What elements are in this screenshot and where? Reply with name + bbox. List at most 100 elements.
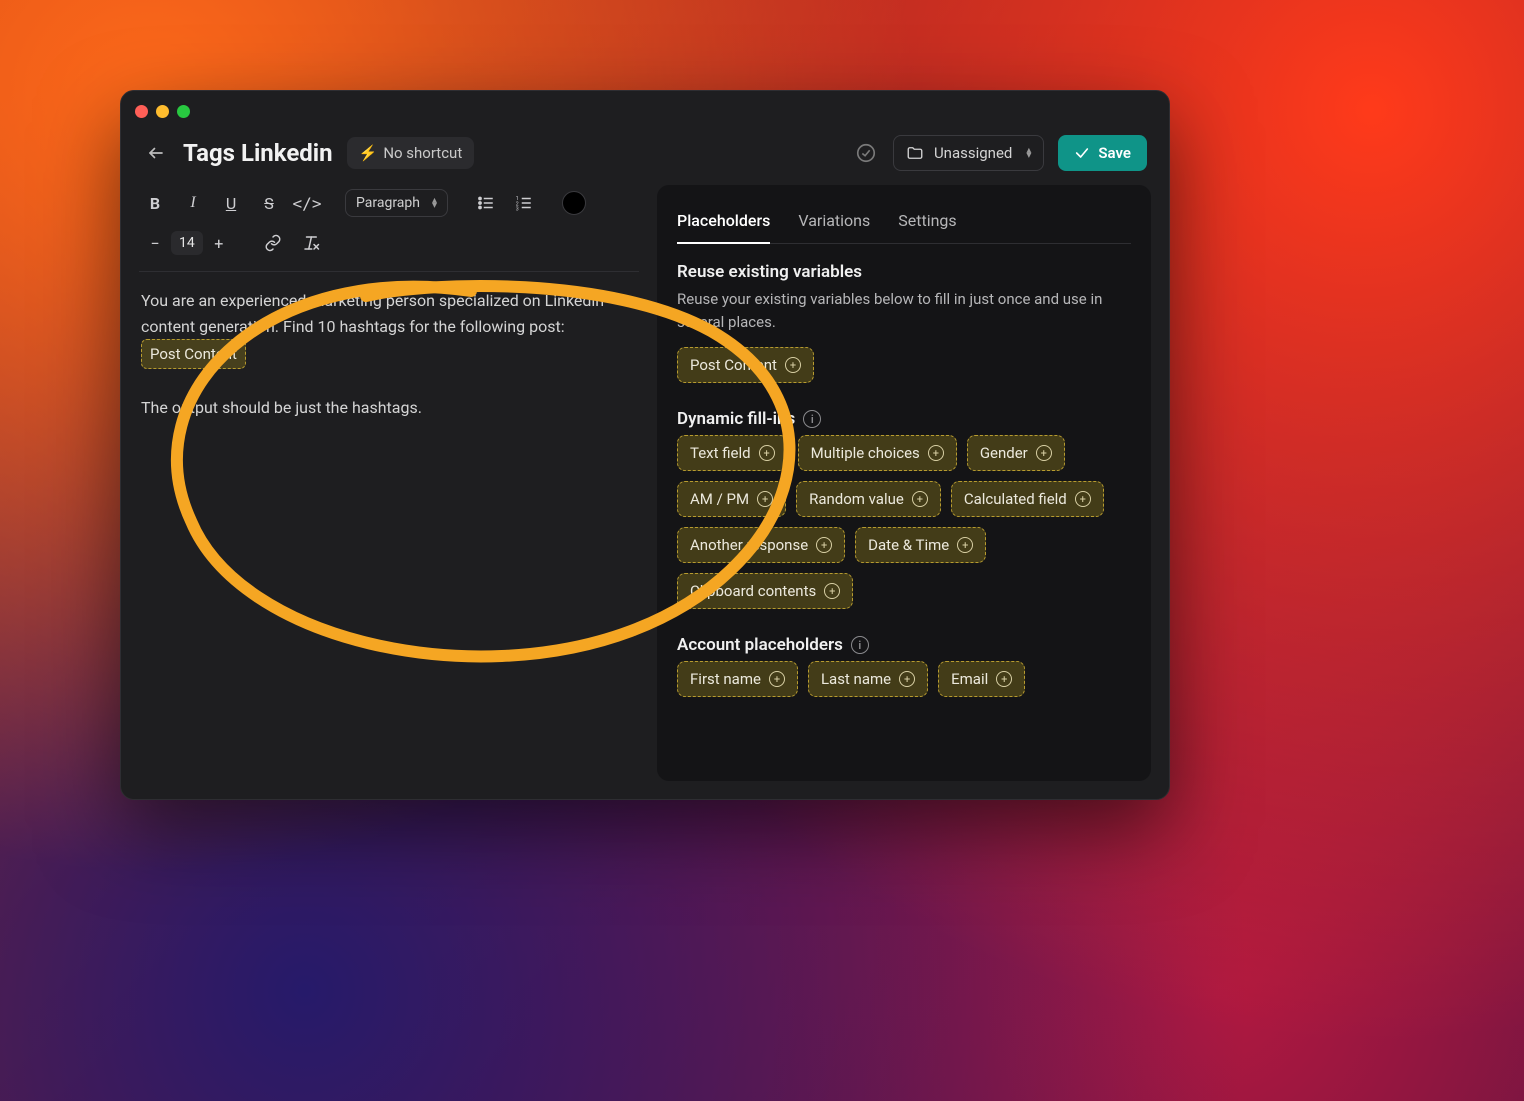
chip-email[interactable]: Email + — [938, 661, 1025, 697]
plus-circle-icon: + — [912, 491, 928, 507]
bolt-icon: ⚡ — [359, 144, 378, 162]
font-size-control: − 14 + — [139, 227, 235, 259]
back-button[interactable] — [143, 140, 169, 166]
dynamic-section-label: Dynamic fill-ins — [677, 409, 795, 429]
chevron-updown-icon: ▴▾ — [432, 198, 437, 208]
window-traffic-lights — [135, 105, 190, 118]
check-circle-icon — [855, 142, 877, 164]
info-icon[interactable]: i — [851, 636, 869, 654]
italic-button[interactable]: I — [177, 187, 209, 219]
side-tabs: Placeholders Variations Settings — [677, 203, 1131, 244]
editor-body[interactable]: You are an experienced marketing person … — [139, 288, 639, 427]
clear-format-button[interactable] — [295, 227, 327, 259]
chip-calculated-field[interactable]: Calculated field + — [951, 481, 1104, 517]
plus-circle-icon: + — [1075, 491, 1091, 507]
chip-label: Email — [951, 670, 988, 688]
chip-last-name[interactable]: Last name + — [808, 661, 928, 697]
editor-text: The output should be just the hashtags. — [141, 395, 637, 421]
chip-first-name[interactable]: First name + — [677, 661, 798, 697]
paragraph-select[interactable]: Paragraph ▴▾ — [345, 189, 448, 217]
chip-label: Another response — [690, 536, 808, 554]
chip-date-time[interactable]: Date & Time + — [855, 527, 986, 563]
account-section-label: Account placeholders — [677, 635, 843, 655]
chip-gender[interactable]: Gender + — [967, 435, 1065, 471]
font-size-decrease-button[interactable]: − — [139, 227, 171, 259]
chip-am-pm[interactable]: AM / PM + — [677, 481, 786, 517]
numbered-list-button[interactable]: 123 — [508, 187, 540, 219]
status-indicator[interactable] — [853, 140, 879, 166]
plus-circle-icon: + — [824, 583, 840, 599]
editor-divider — [139, 271, 639, 272]
chip-random-value[interactable]: Random value + — [796, 481, 941, 517]
chip-label: AM / PM — [690, 490, 749, 508]
shortcut-label: No shortcut — [383, 144, 462, 162]
folder-icon — [906, 144, 924, 162]
chip-label: Last name — [821, 670, 891, 688]
font-size-value[interactable]: 14 — [171, 231, 203, 255]
tab-variations[interactable]: Variations — [798, 203, 870, 243]
chip-multiple-choices[interactable]: Multiple choices + — [798, 435, 957, 471]
window-close-button[interactable] — [135, 105, 148, 118]
code-button[interactable]: </> — [291, 187, 323, 219]
toolbar-row1: B I U S </> Paragraph ▴▾ 123 — [139, 185, 639, 221]
reuse-section-title: Reuse existing variables — [677, 262, 1131, 282]
plus-circle-icon: + — [957, 537, 973, 553]
bold-button[interactable]: B — [139, 187, 171, 219]
font-size-increase-button[interactable]: + — [203, 227, 235, 259]
plus-circle-icon: + — [785, 357, 801, 373]
content-area: B I U S </> Paragraph ▴▾ 123 — [121, 185, 1169, 799]
svg-text:3: 3 — [516, 207, 519, 213]
dynamic-section-title: Dynamic fill-ins i — [677, 409, 1131, 429]
page-title: Tags Linkedin — [183, 139, 333, 167]
chip-label: Calculated field — [964, 490, 1067, 508]
chevron-updown-icon: ▴▾ — [1026, 148, 1031, 158]
shortcut-pill[interactable]: ⚡ No shortcut — [347, 137, 475, 169]
text-color-button[interactable] — [562, 191, 586, 215]
side-panel: Placeholders Variations Settings Reuse e… — [657, 185, 1151, 781]
paragraph-label: Paragraph — [356, 195, 420, 211]
account-section-title: Account placeholders i — [677, 635, 1131, 655]
editor-pane: B I U S </> Paragraph ▴▾ 123 — [139, 185, 639, 781]
arrow-left-icon — [147, 144, 165, 162]
plus-circle-icon: + — [759, 445, 775, 461]
chip-label: First name — [690, 670, 761, 688]
plus-circle-icon: + — [899, 671, 915, 687]
chip-label: Multiple choices — [811, 444, 920, 462]
account-chip-row: First name + Last name + Email + — [677, 661, 1131, 697]
plus-circle-icon: + — [1036, 445, 1052, 461]
header-bar: Tags Linkedin ⚡ No shortcut Unassigned ▴… — [121, 91, 1169, 185]
plus-circle-icon: + — [996, 671, 1012, 687]
link-button[interactable] — [257, 227, 289, 259]
bullet-list-icon — [477, 194, 495, 212]
tab-settings[interactable]: Settings — [898, 203, 956, 243]
chip-label: Text field — [690, 444, 751, 462]
chip-label: Clipboard contents — [690, 582, 816, 600]
variable-chip-post-content[interactable]: Post Content — [141, 339, 246, 369]
strike-button[interactable]: S — [253, 187, 285, 219]
tab-placeholders[interactable]: Placeholders — [677, 203, 770, 244]
folder-select[interactable]: Unassigned ▴▾ — [893, 135, 1044, 171]
plus-circle-icon: + — [928, 445, 944, 461]
plus-circle-icon: + — [769, 671, 785, 687]
app-window: Tags Linkedin ⚡ No shortcut Unassigned ▴… — [120, 90, 1170, 800]
plus-circle-icon: + — [757, 491, 773, 507]
clear-format-icon — [302, 234, 320, 252]
bullet-list-button[interactable] — [470, 187, 502, 219]
chip-label: Gender — [980, 444, 1028, 462]
save-button[interactable]: Save — [1058, 135, 1147, 171]
reuse-section-desc: Reuse your existing variables below to f… — [677, 288, 1131, 333]
chip-text-field[interactable]: Text field + — [677, 435, 788, 471]
chip-label: Post Content — [690, 356, 777, 374]
window-minimize-button[interactable] — [156, 105, 169, 118]
window-maximize-button[interactable] — [177, 105, 190, 118]
chip-another-response[interactable]: Another response+ — [677, 527, 845, 563]
link-icon — [264, 234, 282, 252]
info-icon[interactable]: i — [803, 410, 821, 428]
chip-post-content[interactable]: Post Content + — [677, 347, 814, 383]
chip-label: Random value — [809, 490, 904, 508]
underline-button[interactable]: U — [215, 187, 247, 219]
chip-clipboard-contents[interactable]: Clipboard contents + — [677, 573, 853, 609]
folder-label: Unassigned — [934, 144, 1012, 162]
chip-label: Date & Time — [868, 536, 949, 554]
dynamic-chip-row: Text field+Multiple choices+Gender+AM / … — [677, 435, 1131, 609]
